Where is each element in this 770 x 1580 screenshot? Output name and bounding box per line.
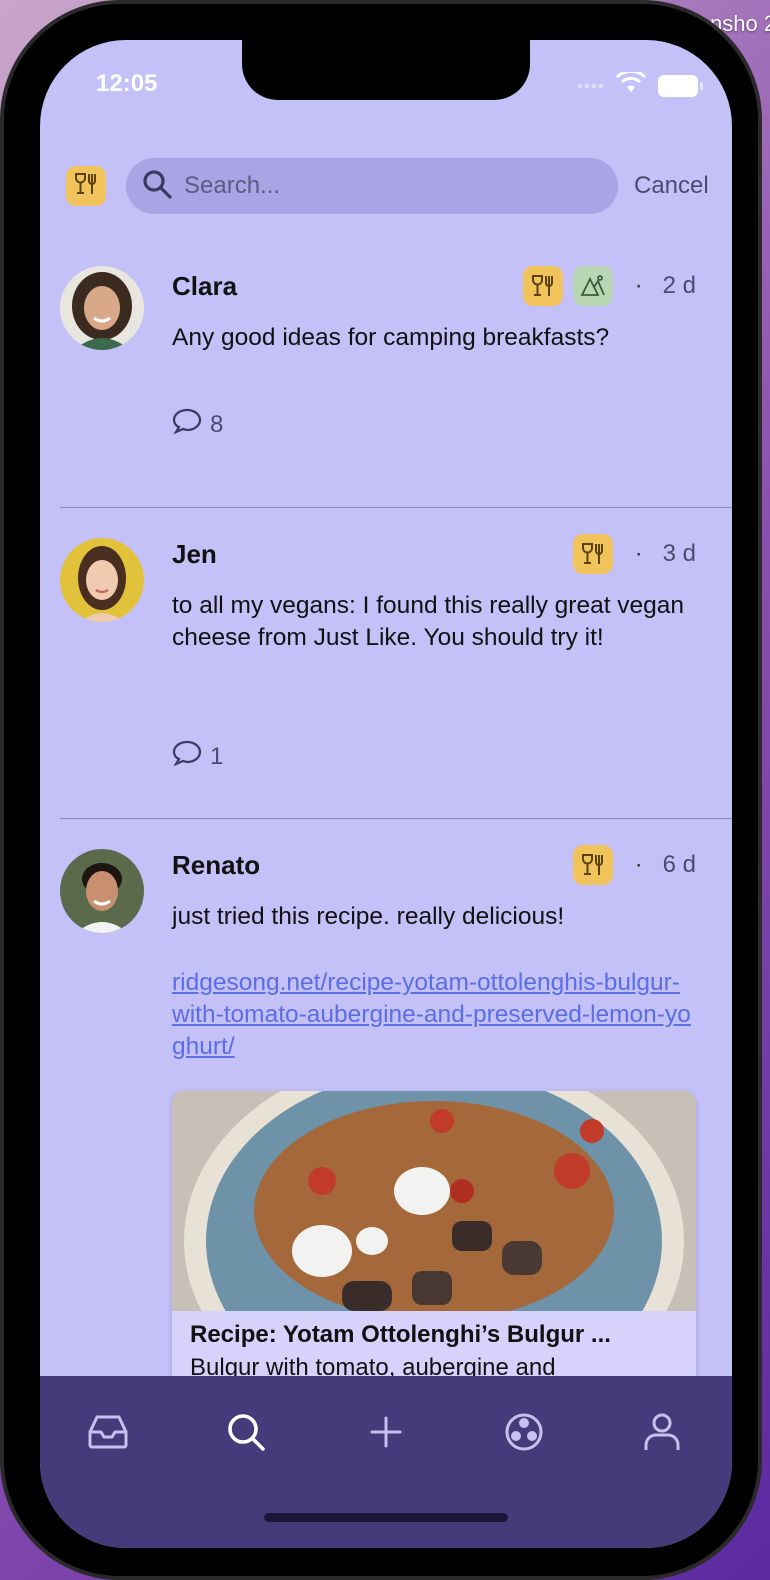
post-header: Renato · 6 d	[172, 843, 696, 887]
tab-bar	[40, 1376, 732, 1548]
search-input[interactable]	[184, 172, 584, 200]
separator-dot: ·	[634, 272, 643, 299]
search-icon	[226, 1412, 266, 1457]
tab-profile[interactable]	[630, 1402, 694, 1466]
tab-groups[interactable]	[492, 1402, 556, 1466]
food-drink-icon	[73, 171, 99, 202]
comment-icon	[172, 408, 202, 441]
category-filter-button[interactable]	[66, 166, 106, 206]
card-title: Recipe: Yotam Ottolenghi’s Bulgur ...	[190, 1321, 611, 1348]
tab-inbox[interactable]	[76, 1402, 140, 1466]
profile-icon	[643, 1412, 681, 1457]
groups-icon	[504, 1412, 544, 1457]
post-text: just tried this recipe. really delicious…	[172, 903, 565, 930]
food-drink-icon	[572, 845, 613, 885]
avatar-renato[interactable]	[60, 849, 144, 933]
comment-icon	[172, 740, 202, 773]
post-clara[interactable]: Clara · 2 d Any good ideas for camping b…	[40, 262, 732, 507]
post-jen[interactable]: Jen · 3 d to all my vegans: I found this…	[40, 508, 732, 818]
cancel-button[interactable]: Cancel	[634, 172, 709, 200]
post-age: 6 d	[662, 851, 696, 878]
recipe-image	[172, 1091, 696, 1311]
post-text: to all my vegans: I found this really gr…	[172, 592, 685, 651]
separator-dot: ·	[634, 540, 643, 567]
author-name[interactable]: Clara	[172, 271, 523, 302]
category-badges	[572, 534, 613, 574]
post-age: 3 d	[662, 540, 696, 567]
notch	[242, 40, 530, 100]
status-icons	[576, 69, 703, 99]
post-age: 2 d	[662, 272, 696, 299]
comment-count: 1	[210, 742, 224, 770]
comments-button[interactable]: 1	[172, 740, 223, 773]
app-screen: 12:05 Cancel	[40, 40, 732, 1548]
search-row: Cancel	[66, 158, 726, 214]
post-header: Jen · 3 d	[172, 532, 696, 576]
post-header: Clara · 2 d	[172, 264, 696, 308]
status-time: 12:05	[96, 70, 158, 97]
recipe-link[interactable]: ridgesong.net/recipe-yotam-ottolenghis-b…	[172, 967, 696, 1063]
post-renato[interactable]: Renato · 6 d just tried this recipe. rea…	[40, 819, 732, 1411]
search-icon	[142, 169, 172, 204]
battery-icon	[658, 74, 703, 97]
separator-dot: ·	[634, 851, 643, 878]
comments-button[interactable]: 8	[172, 408, 223, 441]
food-drink-icon	[522, 266, 563, 306]
search-field[interactable]	[126, 158, 618, 214]
comment-count: 8	[210, 410, 224, 438]
category-badges	[572, 845, 613, 885]
post-feed: Clara · 2 d Any good ideas for camping b…	[40, 262, 732, 1411]
plus-icon	[369, 1415, 403, 1454]
tab-search[interactable]	[214, 1402, 278, 1466]
signal-icon	[576, 76, 604, 95]
food-drink-icon	[572, 534, 613, 574]
post-text: Any good ideas for camping breakfasts?	[172, 324, 610, 351]
outdoors-icon	[572, 266, 613, 306]
avatar-clara[interactable]	[60, 266, 144, 350]
home-indicator	[264, 1513, 508, 1522]
link-preview-card[interactable]: Recipe: Yotam Ottolenghi’s Bulgur ... Bu…	[172, 1091, 696, 1411]
tab-new-post[interactable]	[354, 1402, 418, 1466]
author-name[interactable]: Renato	[172, 850, 573, 881]
inbox-icon	[88, 1414, 128, 1455]
avatar-jen[interactable]	[60, 538, 144, 622]
wifi-icon	[615, 69, 647, 99]
category-badges	[522, 266, 613, 306]
author-name[interactable]: Jen	[172, 539, 573, 570]
phone-frame: 12:05 Cancel	[0, 0, 762, 1580]
